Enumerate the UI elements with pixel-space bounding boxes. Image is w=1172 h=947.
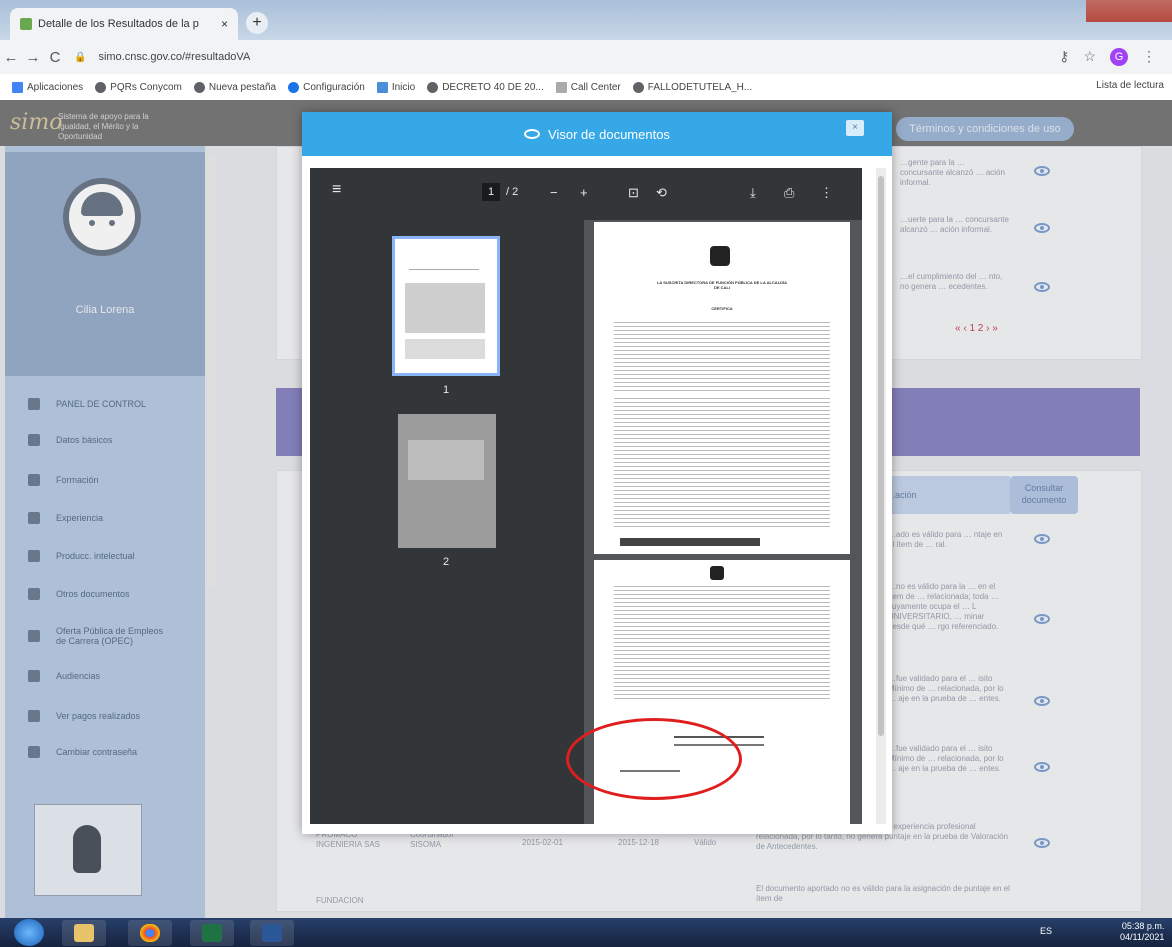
bookmark-item[interactable]: Inicio: [376, 81, 415, 93]
apps-grid-icon: [12, 81, 23, 93]
doc-heading: LA SUSCRITA DIRECTORA DE FUNCIÓN PÚBLICA…: [656, 280, 788, 290]
reading-list-button[interactable]: Lista de lectura: [1096, 80, 1164, 91]
globe-icon: [95, 81, 107, 93]
folder-icon: [74, 924, 94, 942]
modal-title: Visor de documentos: [548, 126, 670, 142]
url-input[interactable]: simo.cnsc.gov.co/#resultadoVA: [92, 45, 358, 69]
rotate-icon[interactable]: ⟲: [656, 185, 667, 201]
bookmark-item[interactable]: Call Center: [555, 81, 621, 93]
chart-icon: [376, 81, 388, 93]
fit-page-icon[interactable]: ⊡: [628, 185, 639, 201]
windows-taskbar: [0, 918, 1172, 947]
forward-button[interactable]: →: [22, 49, 44, 66]
tab-close-icon[interactable]: ×: [221, 17, 228, 31]
star-icon[interactable]: ☆: [1083, 48, 1096, 66]
page-thumbnail-2[interactable]: [398, 414, 496, 548]
tab-title: Detalle de los Resultados de la p: [38, 18, 199, 30]
grid-icon: [555, 81, 567, 93]
back-button[interactable]: ←: [0, 49, 22, 66]
lock-icon: 🔒: [74, 51, 87, 63]
address-bar: ← → C 🔒 simo.cnsc.gov.co/#resultadoVA ⚷ …: [0, 40, 1172, 74]
taskbar-excel[interactable]: [190, 920, 234, 946]
globe-icon: [427, 81, 439, 93]
taskbar-explorer[interactable]: [62, 920, 106, 946]
doc-subheading: CERTIFICA: [711, 306, 733, 311]
system-clock[interactable]: 05:38 p.m. 04/11/2021: [1120, 921, 1164, 943]
chrome-icon: [140, 924, 160, 942]
bookmark-item[interactable]: FALLODETUTELA_H...: [632, 81, 752, 93]
profile-avatar[interactable]: G: [1110, 48, 1128, 66]
pdf-page-1: LA SUSCRITA DIRECTORA DE FUNCIÓN PÚBLICA…: [594, 222, 850, 554]
zoom-out-button[interactable]: −: [550, 185, 558, 200]
more-options-icon[interactable]: ⋮: [820, 185, 833, 201]
language-indicator[interactable]: ES: [1040, 926, 1052, 936]
menu-dots-icon[interactable]: ⋮: [1142, 48, 1156, 66]
toolbar-right: ⚷ ☆ G ⋮: [1059, 48, 1156, 66]
browser-tab[interactable]: Detalle de los Resultados de la p ×: [10, 8, 238, 40]
bookmark-item[interactable]: Nueva pestaña: [193, 81, 276, 93]
page-thumbnail-1[interactable]: [392, 236, 500, 376]
hamburger-menu-icon[interactable]: ≡: [332, 181, 341, 199]
tab-favicon-icon: [20, 18, 32, 30]
thumbnail-number: 1: [443, 384, 450, 396]
bookmarks-bar: Aplicaciones PQRs Conycom Nueva pestaña …: [0, 74, 1172, 101]
thumbnail-number: 2: [443, 556, 450, 568]
window-controls[interactable]: [1086, 0, 1172, 22]
red-annotation-circle: [566, 718, 742, 800]
gear-icon: [288, 81, 300, 93]
bookmark-apps[interactable]: Aplicaciones: [12, 81, 83, 93]
bookmark-item[interactable]: DECRETO 40 DE 20...: [427, 81, 544, 93]
taskbar-word[interactable]: [250, 920, 294, 946]
new-tab-button[interactable]: +: [246, 12, 268, 34]
download-icon[interactable]: ⤓: [750, 185, 756, 201]
start-button-icon[interactable]: [14, 919, 44, 946]
crest-icon: [710, 566, 724, 580]
modal-close-button[interactable]: ×: [846, 120, 864, 136]
globe-icon: [193, 81, 205, 93]
page-number-input[interactable]: 1: [482, 183, 500, 201]
bookmark-item[interactable]: PQRs Conycom: [95, 81, 182, 93]
reload-button[interactable]: C: [44, 49, 66, 66]
page-total: / 2: [506, 186, 519, 198]
key-icon[interactable]: ⚷: [1059, 48, 1069, 66]
modal-header: Visor de documentos: [302, 112, 892, 156]
word-icon: [262, 924, 282, 942]
zoom-in-button[interactable]: +: [580, 185, 588, 200]
taskbar-chrome[interactable]: [128, 920, 172, 946]
globe-icon: [632, 81, 644, 93]
bookmark-item[interactable]: Configuración: [288, 81, 365, 93]
pdf-toolbar: ≡ 1 / 2 − + ⊡ ⟲ ⤓ ⎙ ⋮: [310, 168, 862, 220]
eye-icon: [524, 129, 541, 139]
excel-icon: [202, 924, 222, 942]
modal-scrollbar[interactable]: [876, 168, 886, 824]
crest-icon: [710, 246, 730, 266]
print-icon[interactable]: ⎙: [784, 185, 794, 201]
